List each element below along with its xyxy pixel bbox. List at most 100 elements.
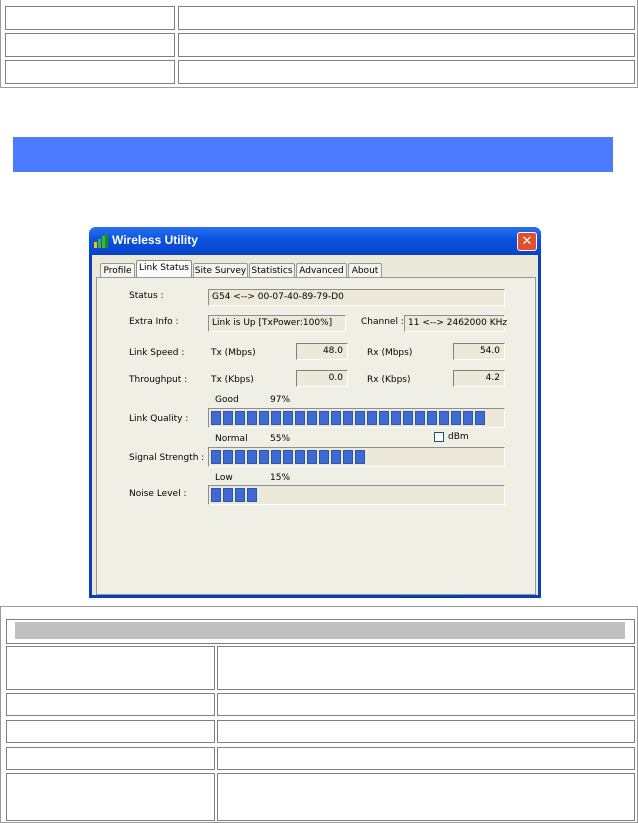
- level-segment: [223, 488, 233, 502]
- noise-level-label: Noise Level :: [129, 489, 187, 499]
- table-cell: [178, 60, 635, 84]
- level-segment: [367, 411, 377, 425]
- level-segment: [451, 411, 461, 425]
- level-segment: [271, 411, 281, 425]
- level-segment: [247, 411, 257, 425]
- table-cell: [217, 720, 635, 743]
- tab-about[interactable]: About: [348, 263, 382, 278]
- rx-kbps-label: Rx (Kbps): [367, 375, 411, 385]
- tab-advanced[interactable]: Advanced: [296, 263, 347, 278]
- table-cell: [5, 33, 175, 57]
- level-segment: [235, 411, 245, 425]
- level-segment: [319, 450, 329, 464]
- level-segment: [355, 411, 365, 425]
- level-segment: [211, 488, 221, 502]
- window-title: Wireless Utility: [112, 233, 198, 247]
- section-header-band: [13, 137, 613, 172]
- level-segment: [307, 450, 317, 464]
- table-cell: [6, 747, 215, 770]
- table-cell: [217, 693, 635, 716]
- table-cell: [6, 693, 215, 716]
- dbm-label: dBm: [448, 432, 469, 442]
- signal-strength-word: Normal: [215, 434, 248, 444]
- level-segment: [271, 450, 281, 464]
- link-quality-label: Link Quality :: [129, 414, 189, 424]
- title-bar[interactable]: Wireless Utility ✕: [89, 227, 541, 255]
- signal-strength-bar: [208, 447, 505, 467]
- link-quality-word: Good: [215, 395, 239, 405]
- level-segment: [283, 450, 293, 464]
- level-segment: [391, 411, 401, 425]
- table-header-row: [6, 619, 635, 644]
- tx-mbps-label: Tx (Mbps): [211, 348, 256, 358]
- level-segment: [283, 411, 293, 425]
- level-segment: [259, 450, 269, 464]
- table-cell: [6, 720, 215, 743]
- level-segment: [307, 411, 317, 425]
- ok-button[interactable]: OK: [398, 597, 462, 598]
- throughput-label: Throughput :: [129, 375, 188, 385]
- table-header-fill: [15, 622, 625, 639]
- level-segment: [211, 450, 221, 464]
- level-segment: [247, 488, 257, 502]
- table-cell: [217, 773, 635, 821]
- tx-kbps-field: 0.0: [296, 370, 348, 387]
- link-quality-percent: 97%: [270, 395, 291, 405]
- rx-mbps-label: Rx (Mbps): [367, 348, 413, 358]
- tab-statistics[interactable]: Statistics: [249, 263, 295, 278]
- link-status-panel: Status : G54 <--> 00-07-40-89-79-D0 Extr…: [96, 277, 536, 595]
- rx-kbps-field: 4.2: [453, 370, 505, 387]
- level-segment: [403, 411, 413, 425]
- tab-profile[interactable]: Profile: [100, 263, 135, 278]
- tab-site-survey[interactable]: Site Survey: [193, 263, 248, 278]
- level-segment: [355, 450, 365, 464]
- close-button[interactable]: ✕: [517, 232, 537, 251]
- extra-info-label: Extra Info :: [129, 317, 179, 327]
- level-segment: [331, 450, 341, 464]
- channel-label: Channel :: [361, 317, 404, 327]
- level-segment: [415, 411, 425, 425]
- table-cell: [5, 6, 175, 30]
- link-speed-label: Link Speed :: [129, 348, 185, 358]
- extra-info-field: Link is Up [TxPower:100%]: [208, 315, 346, 332]
- table-cell: [5, 60, 175, 84]
- noise-level-word: Low: [215, 473, 233, 483]
- signal-bars-icon: [94, 234, 108, 248]
- tx-mbps-field: 48.0: [296, 343, 348, 360]
- level-segment: [427, 411, 437, 425]
- level-segment: [235, 488, 245, 502]
- link-quality-bar: [208, 408, 505, 428]
- level-segment: [475, 411, 485, 425]
- level-segment: [331, 411, 341, 425]
- level-segment: [295, 450, 305, 464]
- wireless-utility-window: Wireless Utility ✕ Profile Link Status S…: [89, 227, 541, 598]
- level-segment: [223, 450, 233, 464]
- table-cell: [178, 6, 635, 30]
- level-segment: [247, 450, 257, 464]
- dialog-client-area: Profile Link Status Site Survey Statisti…: [92, 255, 538, 598]
- level-segment: [439, 411, 449, 425]
- table-cell: [217, 646, 635, 690]
- table-cell: [178, 33, 635, 57]
- bottom-table: [0, 606, 638, 823]
- level-segment: [343, 450, 353, 464]
- level-segment: [379, 411, 389, 425]
- tx-kbps-label: Tx (Kbps): [211, 375, 254, 385]
- level-segment: [295, 411, 305, 425]
- signal-strength-label: Signal Strength :: [129, 453, 205, 463]
- rx-mbps-field: 54.0: [453, 343, 505, 360]
- level-segment: [211, 411, 221, 425]
- table-cell: [6, 773, 215, 821]
- level-segment: [259, 411, 269, 425]
- level-segment: [223, 411, 233, 425]
- noise-level-bar: [208, 485, 505, 505]
- level-segment: [319, 411, 329, 425]
- status-label: Status :: [129, 291, 164, 301]
- signal-strength-percent: 55%: [270, 434, 291, 444]
- noise-level-percent: 15%: [270, 473, 291, 483]
- level-segment: [463, 411, 473, 425]
- top-table: [0, 0, 638, 88]
- dbm-checkbox[interactable]: [434, 432, 444, 442]
- level-segment: [235, 450, 245, 464]
- table-cell: [6, 646, 215, 690]
